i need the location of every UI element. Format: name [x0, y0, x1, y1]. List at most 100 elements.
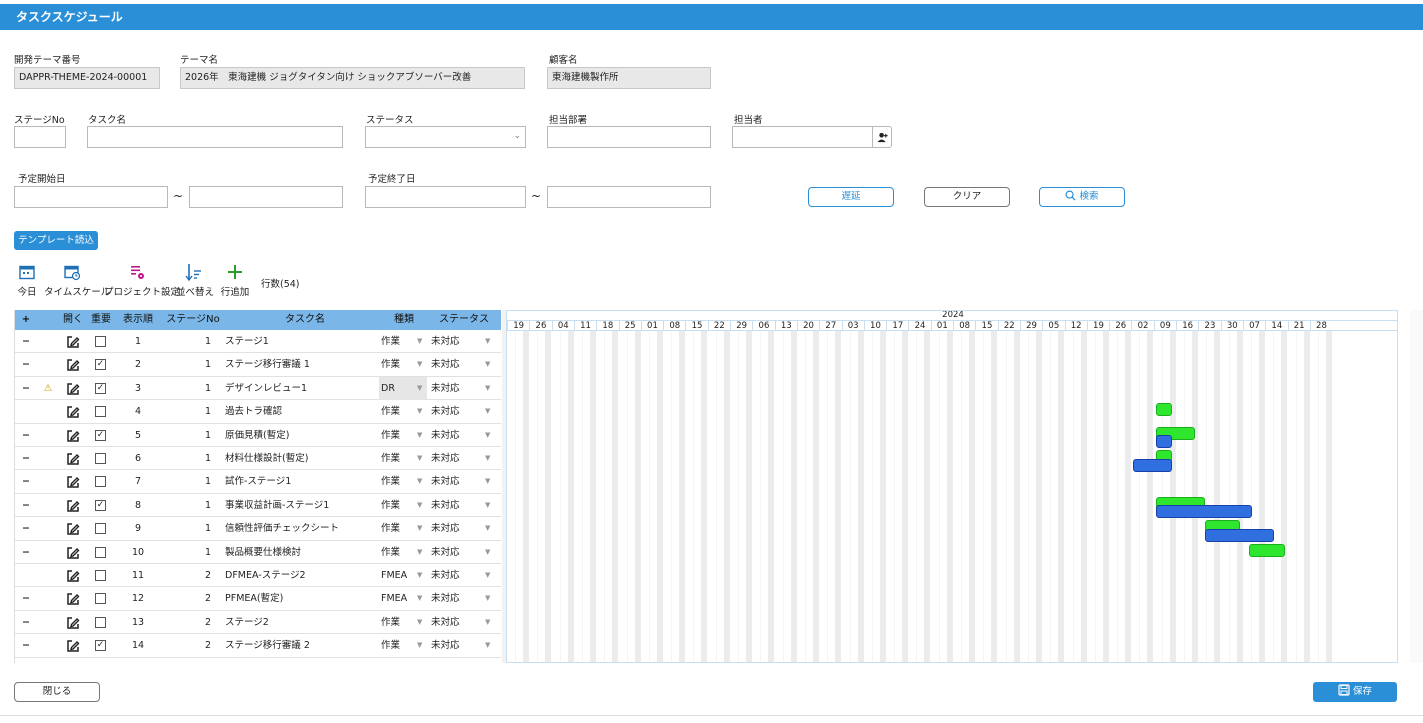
start-date-to-input[interactable]	[189, 186, 343, 208]
important-checkbox[interactable]	[95, 570, 106, 581]
open-button[interactable]	[59, 470, 87, 493]
open-button[interactable]	[59, 564, 87, 587]
collapse-toggle[interactable]: −	[15, 587, 37, 610]
header-task-name[interactable]: タスク名	[225, 310, 385, 330]
delay-button[interactable]: 遅延	[808, 187, 894, 207]
task-name-cell[interactable]: 過去トラ確認	[225, 400, 385, 423]
dept-input[interactable]	[547, 126, 711, 148]
status-select[interactable]: 未対応	[431, 353, 481, 376]
search-button[interactable]: 検索	[1039, 187, 1125, 207]
header-important[interactable]: 重要	[87, 310, 115, 330]
stage-no-input[interactable]	[14, 126, 66, 148]
task-name-cell[interactable]: PFMEA(暫定)	[225, 587, 385, 610]
important-checkbox[interactable]: ✓	[95, 429, 106, 441]
important-checkbox[interactable]	[95, 616, 106, 628]
task-name-cell[interactable]: 信頼性評価チェックシート	[225, 517, 385, 540]
collapse-toggle[interactable]: −	[15, 470, 37, 493]
header-open[interactable]: 開く	[59, 310, 87, 330]
status-select[interactable]: 未対応	[431, 564, 481, 587]
open-button[interactable]	[59, 400, 87, 423]
start-date-from-input[interactable]	[14, 186, 168, 208]
collapse-toggle[interactable]: −	[15, 330, 37, 353]
status-select[interactable]: 未対応	[431, 400, 481, 423]
important-checkbox[interactable]	[95, 406, 106, 418]
task-name-cell[interactable]: ステージ移行審議 2	[225, 634, 385, 657]
table-row[interactable]: 11 2 DFMEA-ステージ2 FMEA ▼ 未対応 ▼	[15, 564, 501, 588]
actual-bar[interactable]	[1155, 435, 1173, 449]
important-checkbox[interactable]	[95, 453, 106, 464]
status-select[interactable]: ⌄	[365, 126, 526, 148]
task-name-input[interactable]	[87, 126, 343, 148]
table-row[interactable]: −6 1 材料仕様設計(暫定) 作業 ▼ 未対応 ▼	[15, 447, 501, 471]
close-button[interactable]: 閉じる	[14, 682, 100, 702]
template-load-button[interactable]: テンプレート読込	[14, 231, 98, 250]
table-row[interactable]: −13 2 ステージ2 作業 ▼ 未対応 ▼	[15, 611, 501, 635]
vertical-scrollbar[interactable]	[1410, 310, 1423, 663]
actual-bar[interactable]	[1133, 458, 1173, 472]
sort-tool[interactable]: 並べ替え	[176, 262, 214, 298]
end-date-to-input[interactable]	[547, 186, 711, 208]
open-button[interactable]	[59, 634, 87, 657]
status-select[interactable]: 未対応	[431, 517, 481, 540]
table-row[interactable]: − ✓ 2 1 ステージ移行審議 1 作業 ▼ 未対応 ▼	[15, 353, 501, 377]
collapse-toggle[interactable]: −	[15, 541, 37, 564]
status-select[interactable]: 未対応	[431, 494, 481, 517]
important-checkbox[interactable]	[95, 546, 106, 558]
open-button[interactable]	[59, 494, 87, 517]
timescale-tool[interactable]: タイムスケール	[44, 262, 110, 298]
collapse-toggle[interactable]: −	[15, 517, 37, 540]
status-select[interactable]: 未対応	[431, 611, 481, 634]
header-stage-no[interactable]: ステージNo	[161, 310, 225, 330]
project-settings-tool[interactable]: プロジェクト設定	[104, 262, 180, 298]
planned-bar[interactable]	[1249, 543, 1286, 557]
table-row[interactable]: −7 1 試作-ステージ1 作業 ▼ 未対応 ▼	[15, 470, 501, 494]
status-select[interactable]: 未対応	[431, 447, 481, 470]
table-row[interactable]: −9 1 信頼性評価チェックシート 作業 ▼ 未対応 ▼	[15, 517, 501, 541]
planned-bar[interactable]	[1155, 403, 1173, 417]
today-tool[interactable]: 今日	[16, 262, 38, 298]
status-select[interactable]: 未対応	[431, 634, 481, 657]
open-button[interactable]	[59, 330, 87, 353]
status-select[interactable]: 未対応	[431, 330, 481, 353]
task-name-cell[interactable]: ステージ2	[225, 611, 385, 634]
collapse-toggle[interactable]: −	[15, 494, 37, 517]
table-row[interactable]: − ✓ 5 1 原価見積(暫定) 作業 ▼ 未対応 ▼	[15, 424, 501, 447]
collapse-toggle[interactable]: −	[15, 447, 37, 470]
open-button[interactable]	[59, 353, 87, 376]
person-picker-button[interactable]	[872, 126, 892, 148]
open-button[interactable]	[59, 377, 87, 400]
open-button[interactable]	[59, 517, 87, 540]
collapse-toggle[interactable]: −	[15, 611, 37, 634]
important-checkbox[interactable]: ✓	[95, 382, 106, 394]
header-expand-all[interactable]: +	[15, 310, 37, 330]
status-select[interactable]: 未対応	[431, 541, 481, 564]
open-button[interactable]	[59, 587, 87, 610]
actual-bar[interactable]	[1204, 528, 1274, 542]
collapse-toggle[interactable]: −	[15, 353, 37, 376]
header-status[interactable]: ステータス	[429, 310, 499, 330]
header-order[interactable]: 表示順	[115, 310, 161, 330]
task-name-cell[interactable]: ステージ1	[225, 330, 385, 353]
table-row[interactable]: − ✓ 14 2 ステージ移行審議 2 作業 ▼ 未対応 ▼	[15, 634, 501, 658]
status-select[interactable]: 未対応	[431, 377, 481, 400]
table-row[interactable]: 4 1 過去トラ確認 作業 ▼ 未対応 ▼	[15, 400, 501, 424]
task-name-cell[interactable]: 製品概要仕様検討	[225, 541, 385, 564]
actual-bar[interactable]	[1155, 505, 1252, 519]
important-checkbox[interactable]: ✓	[95, 640, 106, 652]
table-row[interactable]: − ✓ 8 1 事業収益計画-ステージ1 作業 ▼ 未対応 ▼	[15, 494, 501, 518]
end-date-from-input[interactable]	[365, 186, 526, 208]
collapse-toggle[interactable]: −	[15, 424, 37, 447]
important-checkbox[interactable]	[95, 523, 106, 535]
important-checkbox[interactable]: ✓	[95, 359, 106, 371]
open-button[interactable]	[59, 424, 87, 447]
status-select[interactable]: 未対応	[431, 424, 481, 447]
table-row[interactable]: − ⚠ ✓ 3 1 デザインレビュー1 DR ▼ 未対応 ▼	[15, 376, 501, 401]
person-input[interactable]	[732, 126, 873, 148]
task-name-cell[interactable]: DFMEA-ステージ2	[225, 564, 385, 587]
important-checkbox[interactable]	[95, 476, 106, 488]
collapse-toggle[interactable]	[15, 564, 37, 587]
collapse-toggle[interactable]: −	[15, 634, 37, 657]
header-kind[interactable]: 種類	[379, 310, 429, 330]
table-row[interactable]: −10 1 製品概要仕様検討 作業 ▼ 未対応 ▼	[15, 541, 501, 564]
task-name-cell[interactable]: デザインレビュー1	[225, 377, 385, 400]
